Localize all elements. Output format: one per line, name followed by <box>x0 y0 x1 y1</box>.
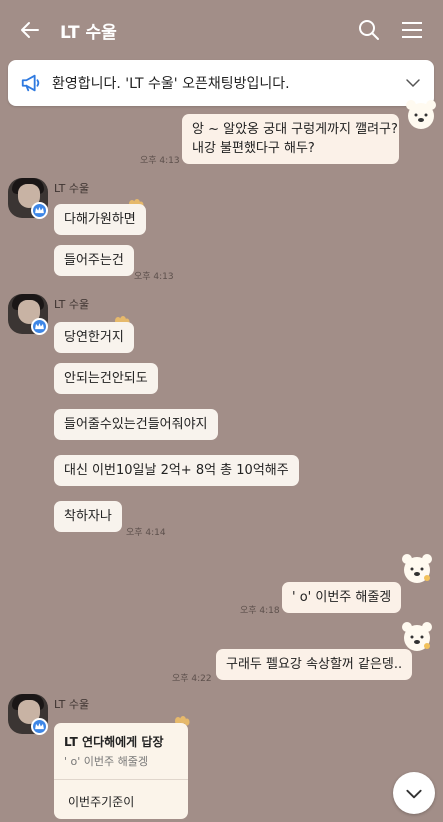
message-time: 오후 4:13 <box>140 156 180 166</box>
megaphone-icon <box>21 74 40 92</box>
chat-header: LT 수울 <box>0 0 443 58</box>
reply-message-card[interactable]: LT 연다해에게 답장 ' o' 이번주 해줄겡 이번주기준이 <box>54 723 188 819</box>
my-message-bubble[interactable]: ' o' 이번주 해줄겡 <box>282 582 402 613</box>
crown-icon <box>31 718 48 735</box>
message-time: 오후 4:18 <box>240 606 280 616</box>
chat-title: LT 수울 <box>60 23 117 43</box>
reply-quote: ' o' 이번주 해줄겡 <box>64 755 148 768</box>
chevron-down-icon[interactable] <box>404 74 422 92</box>
received-message-bubble[interactable]: 들어줄수있는건들어줘야지 <box>54 409 218 440</box>
reply-title: LT 연다해에게 답장 <box>64 735 164 749</box>
received-message-bubble[interactable]: 들어주는건 <box>54 245 134 276</box>
sender-name: LT 수울 <box>54 298 90 311</box>
bear-sticker-icon <box>402 554 432 583</box>
message-text: 앙 ~ 알았옹 궁대 구렁게까지 깰려구? <box>192 122 398 137</box>
sender-name: LT 수울 <box>54 182 90 195</box>
chevron-down-icon <box>406 789 422 799</box>
scroll-down-button[interactable] <box>393 772 435 814</box>
message-time: 오후 4:14 <box>126 528 166 538</box>
sender-name: LT 수울 <box>54 698 90 711</box>
message-time: 오후 4:13 <box>134 272 174 282</box>
reply-message-text: 이번주기준이 <box>68 795 135 809</box>
my-message-bubble[interactable]: 구래두 펠요강 속상할꺼 같은뎅.. <box>216 649 413 680</box>
message-time: 오후 4:22 <box>172 674 212 684</box>
back-arrow-icon[interactable] <box>18 18 42 42</box>
message-text: 내강 불편했다구 해두? <box>192 141 315 156</box>
notice-banner[interactable]: 환영합니다. 'LT 수울' 오픈채팅방입니다. <box>8 60 434 106</box>
search-icon[interactable] <box>357 18 381 42</box>
divider <box>54 779 188 780</box>
crown-icon <box>31 318 48 335</box>
received-message-bubble[interactable]: 대신 이번10일날 2억+ 8억 총 10억해주 <box>54 455 299 486</box>
received-message-bubble[interactable]: 다해가원하면 <box>54 204 146 235</box>
notice-text: 환영합니다. 'LT 수울' 오픈채팅방입니다. <box>52 76 290 92</box>
received-message-bubble[interactable]: 착하자나 <box>54 501 122 532</box>
crown-icon <box>31 202 48 219</box>
bear-sticker-icon <box>406 100 436 129</box>
received-message-bubble[interactable]: 안되는건안되도 <box>54 363 158 394</box>
my-message-bubble[interactable]: 앙 ~ 알았옹 궁대 구렁게까지 깰려구? 내강 불편했다구 해두? <box>182 114 399 164</box>
received-message-bubble[interactable]: 당연한거지 <box>54 322 134 353</box>
menu-icon[interactable] <box>400 18 424 42</box>
